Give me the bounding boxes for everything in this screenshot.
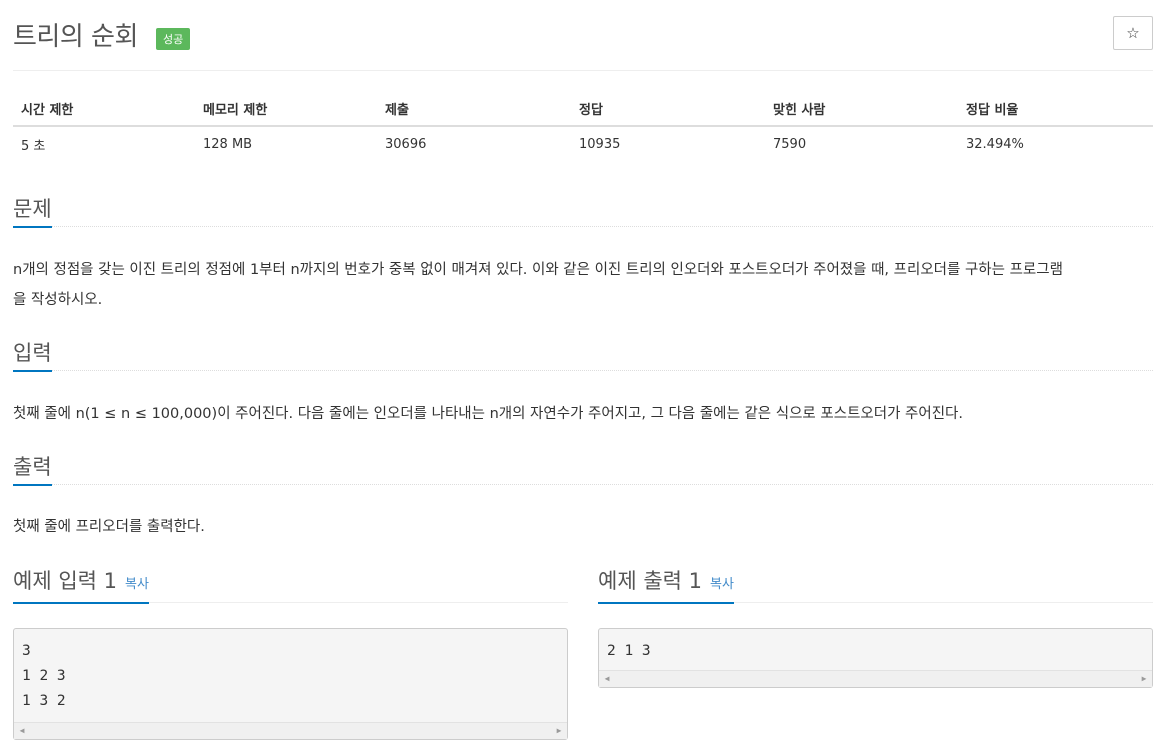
- column-header: 메모리 제한: [195, 92, 377, 127]
- star-button[interactable]: ☆: [1113, 16, 1153, 50]
- sample-output-heading: 예제 출력 1 복사: [598, 566, 1153, 604]
- sample-title: 예제 입력 1: [13, 569, 117, 593]
- section-title: 문제: [13, 196, 52, 228]
- scroll-right-icon[interactable]: ▶: [551, 723, 567, 739]
- table-cell: 7590: [773, 136, 807, 152]
- star-icon: ☆: [1126, 24, 1140, 42]
- horizontal-scrollbar[interactable]: ◀ ▶: [14, 722, 567, 739]
- horizontal-scrollbar[interactable]: ◀ ▶: [599, 670, 1152, 687]
- section-title: 출력: [13, 454, 52, 486]
- page-header: 트리의 순회 성공 ☆: [13, 0, 1153, 71]
- column-header: 맞힌 사람: [765, 92, 958, 127]
- code-line: 1 2 3: [22, 668, 66, 684]
- problem-text-line: 을 작성하시오.: [13, 292, 103, 308]
- output-section-heading: 출력: [13, 454, 1153, 486]
- sample-title: 예제 출력 1: [598, 569, 702, 593]
- column-header: 정답: [571, 92, 765, 127]
- input-description: 첫째 줄에 n(1 ≤ n ≤ 100,000)이 주어진다. 다음 줄에는 인…: [13, 406, 964, 422]
- scroll-left-icon[interactable]: ◀: [599, 671, 615, 687]
- table-cell: 32.494%: [966, 136, 1024, 152]
- problem-text-line: n개의 정점을 갖는 이진 트리의 정점에 1부터 n까지의 번호가 중복 없이…: [13, 262, 1063, 278]
- problem-section-heading: 문제: [13, 196, 1153, 228]
- code-line: 2 1 3: [607, 643, 651, 659]
- page-title: 트리의 순회: [13, 22, 138, 52]
- column-header: 시간 제한: [13, 92, 195, 127]
- output-description: 첫째 줄에 프리오더를 출력한다.: [13, 519, 205, 535]
- column-header: 제출: [377, 92, 571, 127]
- copy-link[interactable]: 복사: [125, 577, 149, 592]
- table-cell: 10935: [579, 136, 621, 152]
- sample-input-title-group: 예제 입력 1 복사: [13, 566, 149, 604]
- code-line: 3: [22, 643, 31, 659]
- problem-description: n개의 정점을 갖는 이진 트리의 정점에 1부터 n까지의 번호가 중복 없이…: [13, 255, 1153, 315]
- input-section-heading: 입력: [13, 340, 1153, 372]
- sample-output-box[interactable]: 2 1 3 ◀ ▶: [598, 628, 1153, 688]
- table-cell: 30696: [385, 136, 427, 152]
- status-badge: 성공: [156, 28, 191, 50]
- sample-input-heading: 예제 입력 1 복사: [13, 566, 568, 604]
- table-header-row: 시간 제한 메모리 제한 제출 정답 맞힌 사람 정답 비율: [13, 92, 1153, 127]
- sample-output-title-group: 예제 출력 1 복사: [598, 566, 734, 604]
- table-cell: 128 MB: [203, 136, 253, 152]
- problem-info-table: 시간 제한 메모리 제한 제출 정답 맞힌 사람 정답 비율 5 초 128 M…: [13, 92, 1153, 161]
- scroll-right-icon[interactable]: ▶: [1136, 671, 1152, 687]
- sample-input-box[interactable]: 3 1 2 3 1 3 2 ◀ ▶: [13, 628, 568, 740]
- table-cell: 5 초: [21, 138, 46, 154]
- scroll-left-icon[interactable]: ◀: [14, 723, 30, 739]
- section-title: 입력: [13, 340, 52, 372]
- column-header: 정답 비율: [958, 92, 1153, 127]
- table-row: 5 초 128 MB 30696 10935 7590 32.494%: [13, 126, 1153, 161]
- code-line: 1 3 2: [22, 693, 66, 709]
- copy-link[interactable]: 복사: [710, 577, 734, 592]
